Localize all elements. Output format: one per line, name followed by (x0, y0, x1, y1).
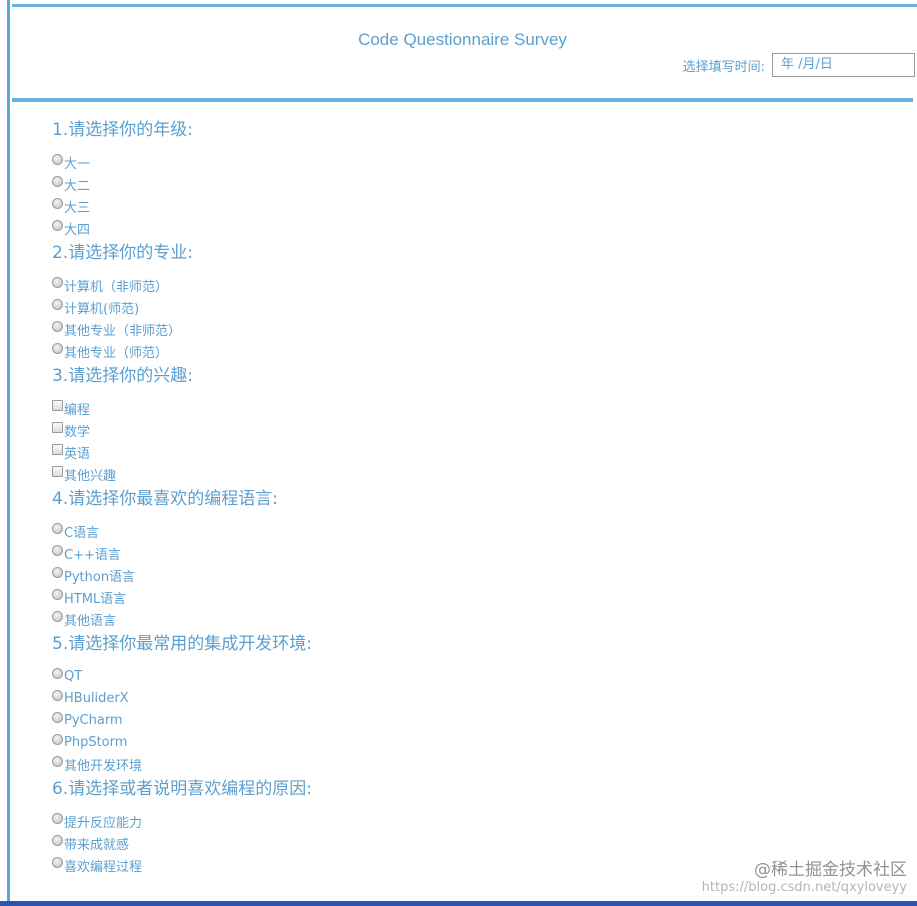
radio-option[interactable]: 喜欢编程过程 (52, 854, 892, 876)
option-label: 其他开发环境 (64, 758, 143, 774)
question-6: 6.请选择或者说明喜欢编程的原因: 提升反应能力 带来成就感喜欢编程过程 (52, 778, 892, 876)
option-label: 大三 (64, 200, 91, 216)
radio-icon[interactable] (52, 812, 63, 824)
radio-option[interactable]: 大一 (52, 151, 892, 173)
radio-option[interactable]: C语言 (52, 520, 892, 542)
radio-icon[interactable] (52, 856, 63, 868)
option-label: 数学 (64, 424, 91, 440)
question-title: 1.请选择你的年级: (52, 120, 193, 140)
checkbox-icon[interactable] (52, 443, 63, 455)
option-label: 其他语言 (64, 613, 117, 629)
option-label: 其他专业（师范） (64, 345, 169, 361)
radio-icon[interactable] (52, 175, 63, 187)
option-label: 提升反应能力 (64, 815, 143, 831)
radio-icon[interactable] (52, 197, 63, 209)
question-title: 5.请选择你最常用的集成开发环境: (52, 634, 312, 654)
radio-icon[interactable] (52, 588, 63, 600)
radio-icon[interactable] (52, 298, 63, 310)
radio-icon[interactable] (52, 276, 63, 288)
radio-option[interactable]: 计算机（非师范） (52, 274, 892, 296)
time-row: 选择填写时间: 年 /月/日 (683, 53, 915, 77)
checkbox-icon[interactable] (52, 399, 63, 411)
radio-option[interactable]: 其他专业（师范） (52, 340, 892, 362)
option-label: C++语言 (64, 547, 121, 563)
radio-icon[interactable] (52, 667, 63, 679)
radio-icon[interactable] (52, 522, 63, 534)
radio-option[interactable]: 大四 (52, 217, 892, 239)
option-label: PyCharm (64, 712, 123, 728)
radio-icon[interactable] (52, 342, 63, 354)
question-1: 1.请选择你的年级: 大一大二大三大四 (52, 119, 892, 239)
question-title: 2.请选择你的专业: (52, 243, 193, 263)
radio-icon[interactable] (52, 755, 63, 767)
radio-option[interactable]: 大三 (52, 195, 892, 217)
option-label: 喜欢编程过程 (64, 859, 143, 875)
option-label: Python语言 (64, 569, 136, 585)
radio-option[interactable]: HBuliderX (52, 687, 892, 709)
option-label: HTML语言 (64, 591, 127, 607)
question-list: 1.请选择你的年级: 大一大二大三大四 2.请选择你的专业: 计算机（非师范） 计算机(… (52, 119, 892, 879)
radio-option[interactable]: Python语言 (52, 564, 892, 586)
radio-option[interactable]: 计算机(师范) (52, 296, 892, 318)
watermark-url: https://blog.csdn.net/qxyloveyy (701, 880, 907, 895)
bottom-bar (0, 901, 917, 906)
option-label: 其他专业（非师范） (64, 323, 182, 339)
radio-icon[interactable] (52, 610, 63, 622)
checkbox-icon[interactable] (52, 421, 63, 433)
option-label: 带来成就感 (64, 837, 130, 853)
radio-option[interactable]: 其他开发环境 (52, 753, 892, 775)
option-label: 计算机（非师范） (64, 279, 169, 295)
option-label: 大一 (64, 156, 91, 172)
question-title: 6.请选择或者说明喜欢编程的原因: (52, 779, 312, 799)
radio-option[interactable]: PyCharm (52, 709, 892, 731)
option-label: HBuliderX (64, 690, 129, 706)
option-label: 计算机(师范) (64, 301, 140, 317)
radio-option[interactable]: 带来成就感 (52, 832, 892, 854)
question-title: 4.请选择你最喜欢的编程语言: (52, 489, 278, 509)
option-label: PhpStorm (64, 734, 128, 750)
option-label: QT (64, 668, 83, 684)
radio-option[interactable]: C++语言 (52, 542, 892, 564)
checkbox-option[interactable]: 英语 (52, 441, 892, 463)
radio-option[interactable]: QT (52, 665, 892, 687)
option-label: 编程 (64, 402, 91, 418)
survey-page: Code Questionnaire Survey 选择填写时间: 年 /月/日… (0, 0, 917, 906)
checkbox-icon[interactable] (52, 465, 63, 477)
time-label: 选择填写时间: (682, 59, 765, 75)
header-divider (12, 98, 913, 102)
radio-option[interactable]: PhpStorm (52, 731, 892, 753)
radio-option[interactable]: 大二 (52, 173, 892, 195)
date-input[interactable]: 年 /月/日 (772, 53, 915, 77)
option-label: C语言 (64, 525, 100, 541)
radio-icon[interactable] (52, 834, 63, 846)
checkbox-option[interactable]: 其他兴趣 (52, 463, 892, 485)
radio-icon[interactable] (52, 153, 63, 165)
checkbox-option[interactable]: 编程 (52, 397, 892, 419)
question-3: 3.请选择你的兴趣: 编程数学英语其他兴趣 (52, 365, 892, 485)
radio-option[interactable]: 提升反应能力 (52, 810, 892, 832)
radio-icon[interactable] (52, 544, 63, 556)
radio-option[interactable]: 其他语言 (52, 608, 892, 630)
top-border (12, 4, 917, 7)
radio-icon[interactable] (52, 711, 63, 723)
option-label: 英语 (64, 446, 91, 462)
radio-icon[interactable] (52, 566, 63, 578)
radio-icon[interactable] (52, 320, 63, 332)
question-5: 5.请选择你最常用的集成开发环境: QT HBuliderX PyCharm PhpSt… (52, 633, 892, 775)
radio-option[interactable]: HTML语言 (52, 586, 892, 608)
radio-icon[interactable] (52, 733, 63, 745)
option-label: 其他兴趣 (64, 468, 117, 484)
radio-icon[interactable] (52, 219, 63, 231)
question-title: 3.请选择你的兴趣: (52, 366, 193, 386)
question-2: 2.请选择你的专业: 计算机（非师范） 计算机(师范) 其他专业（非师范） 其他专业（师… (52, 242, 892, 362)
question-4: 4.请选择你最喜欢的编程语言: C语言 C++语言 Python语言 HTML语言 其他语… (52, 488, 892, 630)
checkbox-option[interactable]: 数学 (52, 419, 892, 441)
radio-icon[interactable] (52, 689, 63, 701)
left-border (7, 0, 10, 906)
option-label: 大二 (64, 178, 91, 194)
page-title: Code Questionnaire Survey (358, 30, 567, 49)
option-label: 大四 (64, 222, 91, 238)
radio-option[interactable]: 其他专业（非师范） (52, 318, 892, 340)
